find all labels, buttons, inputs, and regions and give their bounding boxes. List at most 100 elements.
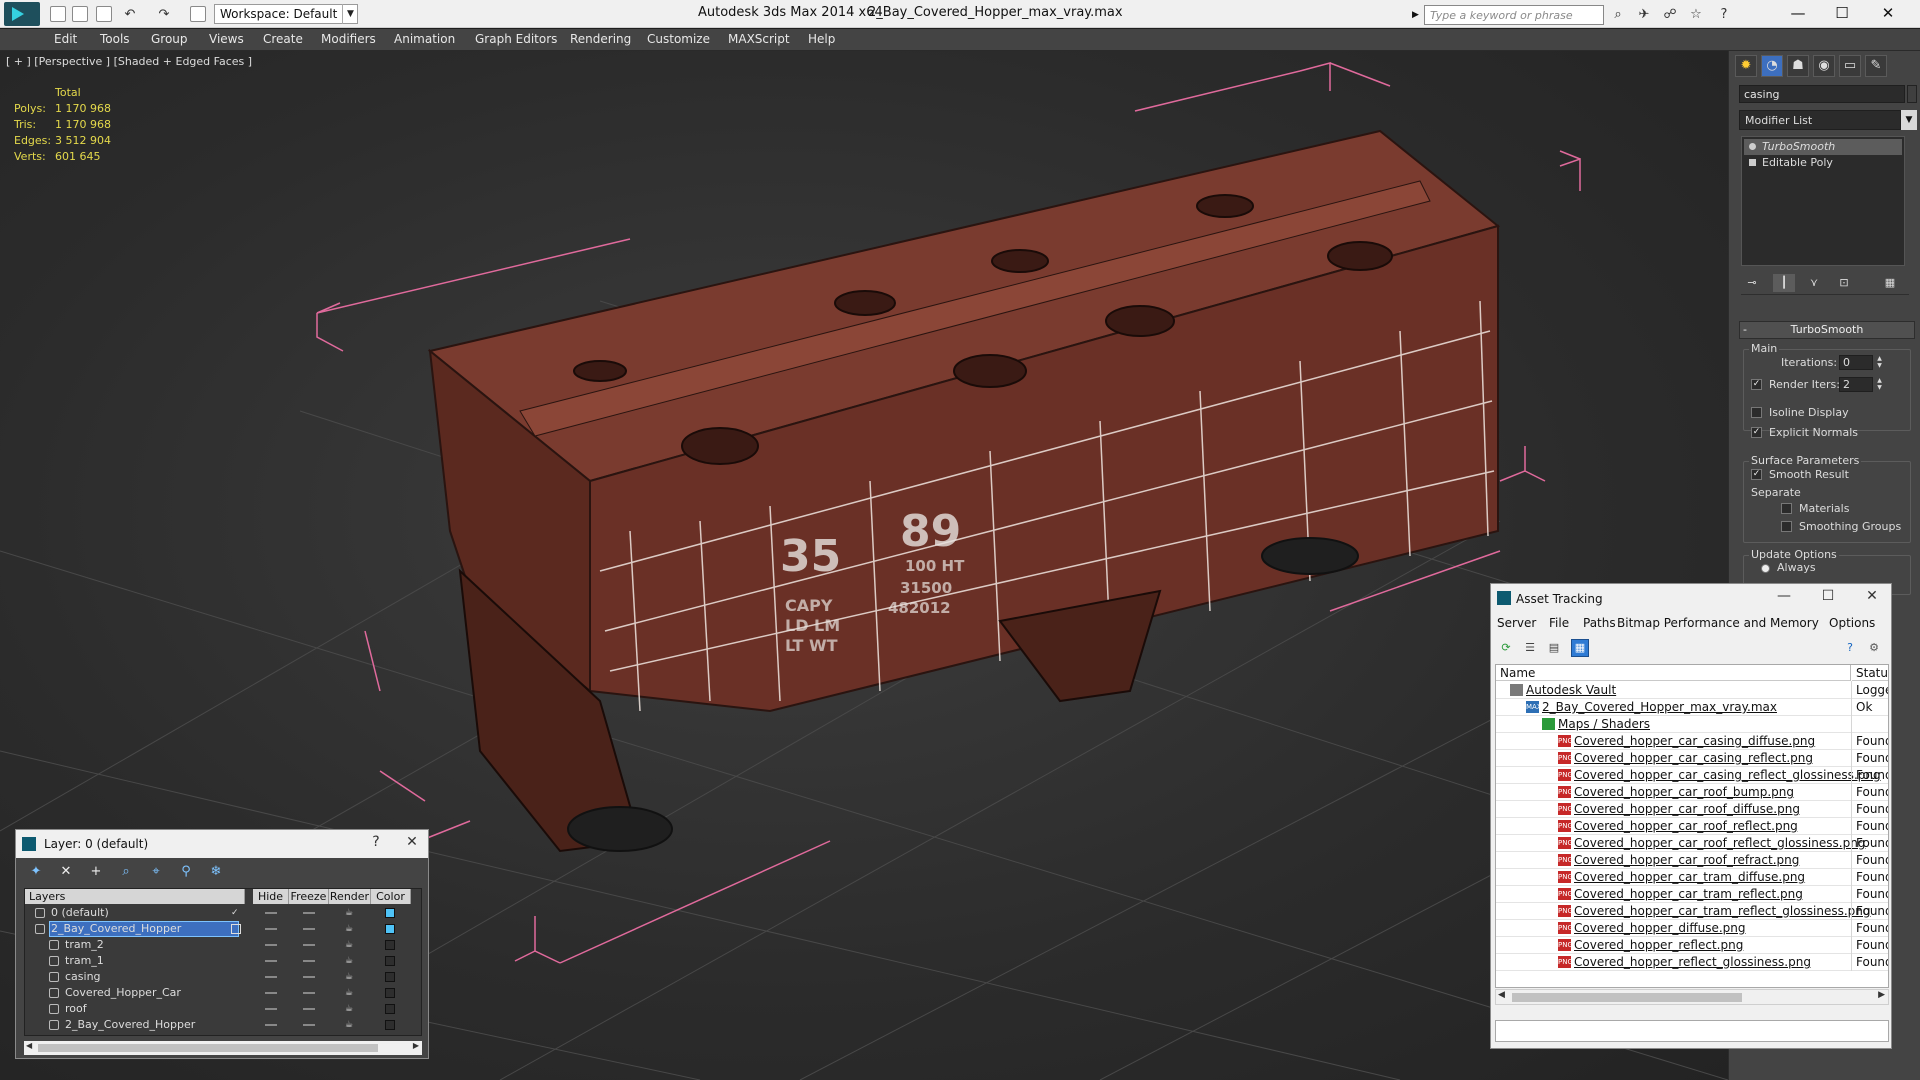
close-icon[interactable]: ✕ bbox=[398, 834, 426, 854]
menu-tools[interactable]: Tools bbox=[100, 32, 130, 46]
iterations-spinner[interactable]: 0 bbox=[1839, 355, 1873, 370]
menu-customize[interactable]: Customize bbox=[647, 32, 710, 46]
table-row[interactable]: PNG Covered_hopper_car_casing_reflect_glo… bbox=[1496, 767, 1888, 784]
asset-menu-server[interactable]: Server bbox=[1497, 616, 1536, 630]
asset-menu-bitmap-performance[interactable]: Bitmap Performance and Memory bbox=[1617, 616, 1819, 630]
table-row[interactable]: Autodesk Vault Logge bbox=[1496, 682, 1888, 699]
smooth-result-checkbox[interactable]: ✓ bbox=[1751, 469, 1762, 480]
select-objects-icon[interactable]: ⌕ bbox=[116, 863, 136, 881]
layer-color-swatch[interactable] bbox=[385, 940, 395, 950]
make-unique-icon[interactable]: ⋎ bbox=[1803, 274, 1825, 292]
menu-edit[interactable]: Edit bbox=[54, 32, 77, 46]
column-header-hide[interactable]: Hide bbox=[253, 889, 289, 904]
table-row[interactable]: PNG Covered_hopper_car_roof_bump.png Found bbox=[1496, 784, 1888, 801]
modifier-list-dropdown[interactable]: Modifier List bbox=[1739, 110, 1901, 130]
menu-modifiers[interactable]: Modifiers bbox=[321, 32, 376, 46]
expand-icon[interactable] bbox=[1749, 159, 1756, 166]
layer-color-swatch[interactable] bbox=[385, 988, 395, 998]
remove-modifier-icon[interactable]: ⊡ bbox=[1833, 274, 1855, 292]
minimize-icon[interactable]: — bbox=[1769, 588, 1799, 608]
isoline-display-checkbox[interactable] bbox=[1751, 407, 1762, 418]
menu-views[interactable]: Views bbox=[209, 32, 244, 46]
table-row[interactable]: PNG Covered_hopper_car_tram_diffuse.png Fo… bbox=[1496, 869, 1888, 886]
render-teapot-icon[interactable]: ☕ bbox=[345, 940, 355, 950]
table-row[interactable]: PNG Covered_hopper_car_roof_diffuse.png Fo… bbox=[1496, 801, 1888, 818]
hide-toggle[interactable] bbox=[265, 912, 277, 914]
hide-toggle[interactable] bbox=[265, 960, 277, 962]
minimize-icon[interactable]: — bbox=[1776, 2, 1820, 24]
object-name-field[interactable]: casing bbox=[1739, 85, 1905, 103]
search-input[interactable]: Type a keyword or phrase bbox=[1424, 5, 1604, 25]
menu-create[interactable]: Create bbox=[263, 32, 303, 46]
table-row[interactable]: PNG Covered_hopper_car_roof_refract.png Fo… bbox=[1496, 852, 1888, 869]
layer-row[interactable]: tram_2 ☕ bbox=[25, 937, 423, 953]
layer-row[interactable]: 2_Bay_Covered_Hopper ☕ bbox=[25, 921, 423, 937]
configure-modifier-sets-icon[interactable]: ▦ bbox=[1879, 274, 1901, 292]
menu-rendering[interactable]: Rendering bbox=[570, 32, 631, 46]
render-iters-checkbox[interactable]: ✓ bbox=[1751, 379, 1762, 390]
table-row[interactable]: PNG Covered_hopper_car_tram_reflect.png Fo… bbox=[1496, 886, 1888, 903]
freeze-toggle[interactable] bbox=[303, 912, 315, 914]
column-header-layers[interactable]: Layers bbox=[25, 889, 245, 904]
maximize-icon[interactable]: ☐ bbox=[1813, 588, 1843, 608]
layer-color-swatch[interactable] bbox=[385, 1004, 395, 1014]
layer-row[interactable]: tram_1 ☕ bbox=[25, 953, 423, 969]
hide-toggle[interactable] bbox=[265, 944, 277, 946]
list-view-icon[interactable]: ☰ bbox=[1521, 639, 1539, 657]
hierarchy-tab-icon[interactable]: ☗ bbox=[1787, 55, 1809, 77]
hide-toggle[interactable] bbox=[265, 928, 277, 930]
hide-toggle[interactable] bbox=[265, 976, 277, 978]
freeze-toggle[interactable] bbox=[303, 1024, 315, 1026]
favorites-star-icon[interactable]: ☆ bbox=[1688, 7, 1704, 23]
render-teapot-icon[interactable]: ☕ bbox=[345, 988, 355, 998]
layer-row[interactable]: 2_Bay_Covered_Hopper ☕ bbox=[25, 1017, 423, 1033]
undo-icon[interactable]: ↶ bbox=[122, 7, 138, 23]
table-row[interactable]: PNG Covered_hopper_reflect_glossiness.png… bbox=[1496, 954, 1888, 971]
new-file-icon[interactable] bbox=[50, 6, 66, 22]
layer-color-swatch[interactable] bbox=[385, 972, 395, 982]
collapse-icon[interactable]: - bbox=[1743, 323, 1747, 336]
hide-toggle[interactable] bbox=[265, 1024, 277, 1026]
highlight-selected-icon[interactable]: ⌖ bbox=[146, 863, 166, 881]
materials-checkbox[interactable] bbox=[1781, 503, 1792, 514]
maximize-icon[interactable]: ☐ bbox=[1820, 2, 1864, 24]
render-teapot-icon[interactable]: ☕ bbox=[345, 908, 355, 918]
always-radio[interactable] bbox=[1761, 564, 1770, 573]
rollout-header-turbosmooth[interactable]: TurboSmooth bbox=[1739, 321, 1915, 339]
render-teapot-icon[interactable]: ☕ bbox=[345, 1004, 355, 1014]
layer-color-swatch[interactable] bbox=[385, 908, 395, 918]
menu-group[interactable]: Group bbox=[151, 32, 188, 46]
spinner-arrows-icon[interactable]: ▲ ▼ bbox=[1875, 355, 1884, 370]
render-teapot-icon[interactable]: ☕ bbox=[345, 956, 355, 966]
freeze-toggle[interactable] bbox=[303, 992, 315, 994]
explicit-normals-checkbox[interactable]: ✓ bbox=[1751, 427, 1762, 438]
set-current-layer-icon[interactable] bbox=[231, 924, 241, 934]
freeze-unfreeze-all-icon[interactable]: ❄ bbox=[206, 863, 226, 881]
chevron-down-icon[interactable]: ▼ bbox=[1901, 110, 1917, 130]
save-file-icon[interactable] bbox=[96, 6, 112, 22]
close-icon[interactable]: ✕ bbox=[1857, 588, 1887, 608]
lightbulb-icon[interactable] bbox=[1749, 143, 1756, 150]
scroll-right-icon[interactable]: ▶ bbox=[1878, 990, 1885, 1000]
column-header-freeze[interactable]: Freeze bbox=[289, 889, 329, 904]
stack-item-editable-poly[interactable]: Editable Poly bbox=[1744, 155, 1902, 171]
column-header-render[interactable]: Render bbox=[329, 889, 371, 904]
layer-row[interactable]: Covered_Hopper_Car ☕ bbox=[25, 985, 423, 1001]
menu-graph-editors[interactable]: Graph Editors bbox=[475, 32, 557, 46]
display-tab-icon[interactable]: ▭ bbox=[1839, 55, 1861, 77]
layer-horizontal-scrollbar[interactable]: ◀ ▶ bbox=[24, 1041, 422, 1055]
stack-item-turbosmooth[interactable]: TurboSmooth bbox=[1744, 139, 1902, 155]
menu-help[interactable]: Help bbox=[808, 32, 835, 46]
hide-toggle[interactable] bbox=[265, 992, 277, 994]
show-end-result-icon[interactable]: ┃ bbox=[1773, 274, 1795, 292]
table-row[interactable]: PNG Covered_hopper_car_casing_reflect.png… bbox=[1496, 750, 1888, 767]
menu-animation[interactable]: Animation bbox=[394, 32, 455, 46]
context-help-icon[interactable]: ⚙ bbox=[1865, 639, 1883, 657]
asset-path-field[interactable] bbox=[1495, 1020, 1889, 1042]
new-layer-icon[interactable]: ✦ bbox=[26, 863, 46, 881]
layer-color-swatch[interactable] bbox=[385, 1020, 395, 1030]
layer-row[interactable]: 0 (default) ✓ ☕ bbox=[25, 905, 423, 921]
column-header-status[interactable]: Status bbox=[1852, 665, 1888, 681]
help-icon[interactable]: ? bbox=[362, 834, 390, 854]
binoculars-icon[interactable]: ⌕ bbox=[1610, 7, 1626, 23]
